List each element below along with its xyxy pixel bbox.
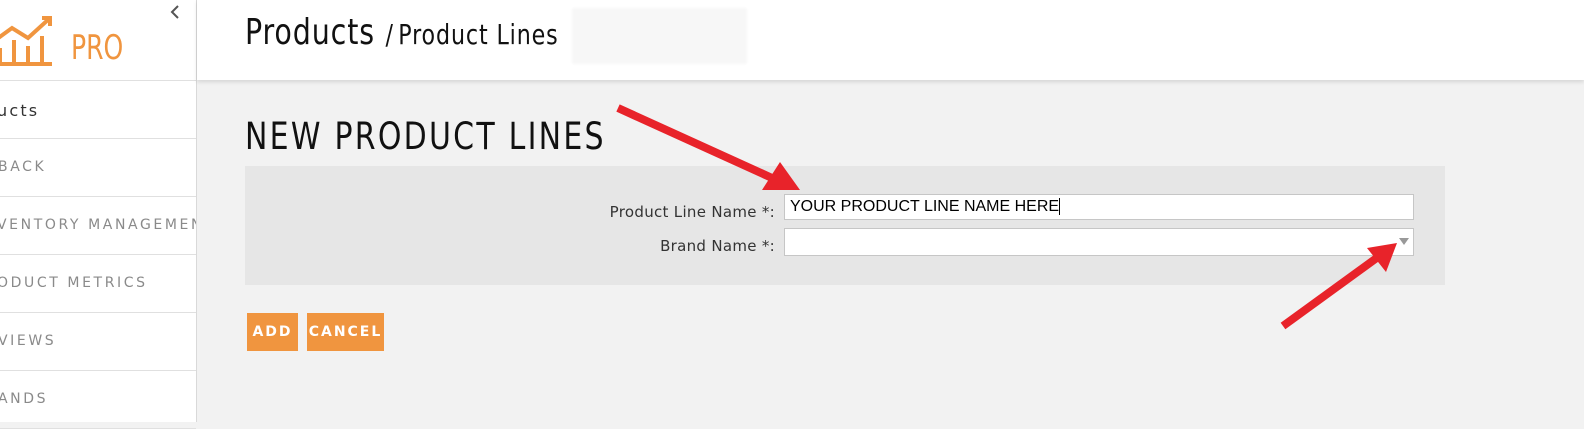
sidebar-item-brands[interactable]: ANDS <box>0 371 196 429</box>
sidebar-item-label: VIEWS <box>0 333 57 349</box>
new-product-line-form: Product Line Name *: YOUR PRODUCT LINE N… <box>245 166 1445 285</box>
brand-name-select[interactable] <box>784 228 1414 256</box>
sidebar: PRO ucts BACK VENTORY MANAGEMENT ODUCT M… <box>0 0 197 429</box>
header: Products / Product Lines <box>197 0 1584 80</box>
breadcrumb: Products / Product Lines <box>245 12 559 53</box>
sidebar-item-products[interactable]: ucts <box>0 81 196 139</box>
sidebar-item-label: VENTORY MANAGEMENT <box>0 217 196 233</box>
breadcrumb-current: Product Lines <box>398 18 559 51</box>
sidebar-item-label: BACK <box>0 159 47 175</box>
redacted-region <box>572 8 747 64</box>
logo-text: PRO <box>71 28 124 68</box>
caret-down-icon <box>1399 238 1409 245</box>
product-line-name-value: YOUR PRODUCT LINE NAME HERE <box>790 198 1061 215</box>
chart-logo-icon <box>0 16 52 66</box>
breadcrumb-separator: / <box>385 18 394 51</box>
sidebar-item-product-metrics[interactable]: ODUCT METRICS <box>0 255 196 313</box>
product-line-name-input[interactable]: YOUR PRODUCT LINE NAME HERE <box>784 194 1414 220</box>
add-button[interactable]: ADD <box>247 313 298 351</box>
brand-name-label: Brand Name *: <box>660 237 775 255</box>
page-title: NEW PRODUCT LINES <box>245 115 606 158</box>
sidebar-item-inventory-management[interactable]: VENTORY MANAGEMENT <box>0 197 196 255</box>
cancel-button[interactable]: CANCEL <box>307 313 384 351</box>
product-line-name-label: Product Line Name *: <box>609 203 775 221</box>
sidebar-item-label: ucts <box>0 101 40 120</box>
sidebar-item-label: ANDS <box>0 391 49 407</box>
sidebar-nav: ucts BACK VENTORY MANAGEMENT ODUCT METRI… <box>0 81 196 429</box>
sidebar-item-feedback[interactable]: BACK <box>0 139 196 197</box>
logo[interactable]: PRO <box>0 0 196 81</box>
sidebar-item-label: ODUCT METRICS <box>0 275 148 291</box>
chevron-left-icon[interactable] <box>168 2 182 28</box>
sidebar-item-reviews[interactable]: VIEWS <box>0 313 196 371</box>
breadcrumb-root[interactable]: Products <box>245 12 375 53</box>
